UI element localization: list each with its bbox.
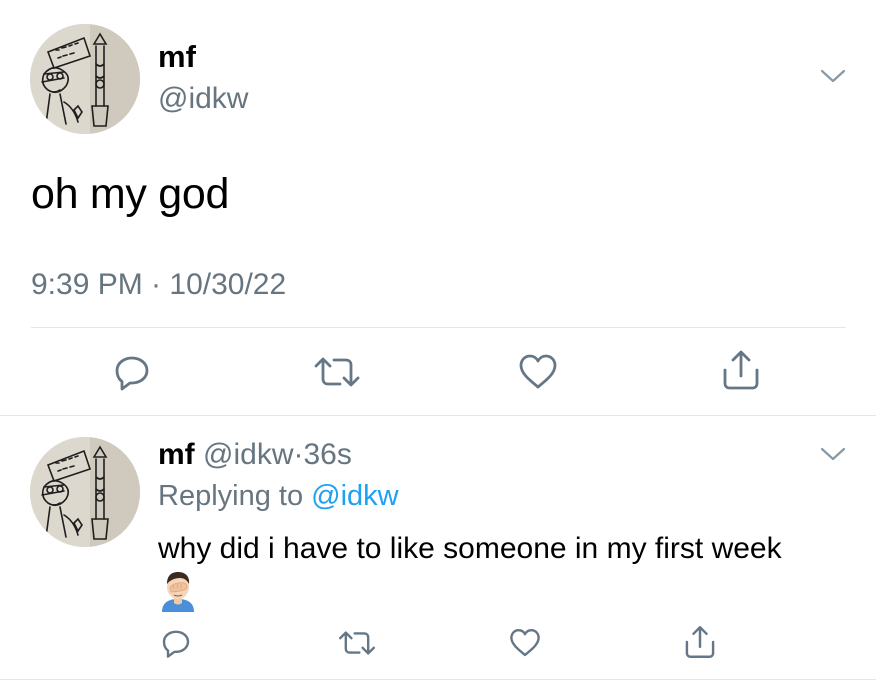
heart-icon [519,354,557,389]
share-icon [723,350,759,390]
replying-to-handle[interactable]: @idkw [311,480,398,512]
chevron-down-icon[interactable] [818,444,848,464]
share-button[interactable] [717,346,765,394]
tweet-timestamp[interactable]: 9:39 PM · 10/30/22 [31,266,286,304]
share-icon [685,626,715,658]
author-name[interactable]: mf [158,38,196,76]
tweet-age[interactable]: 36s [303,438,351,471]
author-name[interactable]: mf [158,438,195,471]
tweet-text: why did i have to like someone in my fir… [158,532,782,565]
reply-button[interactable] [158,625,194,661]
chevron-down-icon[interactable] [818,66,848,86]
like-button[interactable] [506,625,544,661]
retweet-button[interactable] [310,350,364,394]
divider [31,327,846,328]
reply-icon [115,356,149,391]
author-avatar[interactable] [30,24,140,134]
author-handle[interactable]: @idkw [158,80,248,118]
tweet-text: oh my god [31,170,230,218]
replying-to-label: Replying to [158,480,312,512]
author-avatar[interactable] [30,437,140,547]
replying-to: Replying to @idkw [158,477,399,515]
separator-dot: · [293,438,304,471]
tweet-thread: mf @idkw oh my god 9:39 PM · 10/30/22 mf… [0,0,876,681]
reply-header: mf @idkw·36s [158,436,352,474]
reply-button[interactable] [110,350,154,394]
avatar-drawing-icon [30,437,140,547]
divider [0,679,876,680]
retweet-icon [314,357,360,387]
avatar-drawing-icon [30,24,140,134]
retweet-button[interactable] [336,625,378,661]
reply-icon [162,630,190,658]
retweet-icon [339,631,375,655]
share-button[interactable] [680,622,720,662]
author-handle[interactable]: @idkw [203,438,293,471]
like-button[interactable] [516,350,560,394]
heart-icon [510,629,540,657]
facepalm-emoji [162,572,194,612]
tweet-separator [0,415,876,416]
main-tweet: mf @idkw oh my god 9:39 PM · 10/30/22 [0,0,876,416]
